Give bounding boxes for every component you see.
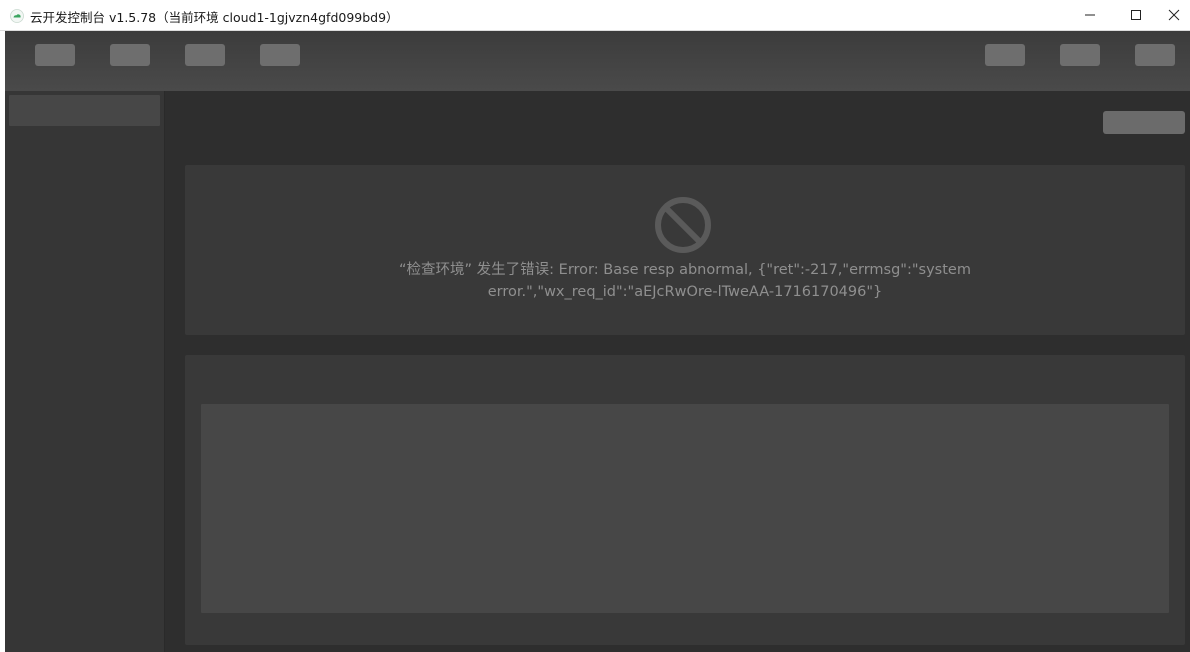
- cloud-icon: [10, 8, 24, 23]
- main-content: “检查环境” 发生了错误: Error: Base resp abnormal,…: [165, 91, 1190, 652]
- error-panel: “检查环境” 发生了错误: Error: Base resp abnormal,…: [185, 165, 1185, 335]
- toolbar: [5, 31, 1190, 91]
- maximize-button[interactable]: [1113, 0, 1159, 30]
- sidebar: [5, 91, 165, 652]
- close-icon: [1168, 9, 1180, 21]
- error-message: “检查环境” 发生了错误: Error: Base resp abnormal,…: [399, 262, 971, 300]
- window-titlebar: 云开发控制台 v1.5.78（当前环境 cloud1-1gjvzn4gfd099…: [0, 0, 1190, 31]
- toolbar-button-right-2[interactable]: [1060, 44, 1100, 66]
- toolbar-button-3[interactable]: [185, 44, 225, 66]
- close-button[interactable]: [1158, 0, 1190, 30]
- toolbar-button-right-1[interactable]: [985, 44, 1025, 66]
- toolbar-button-1[interactable]: [35, 44, 75, 66]
- content-panel: [185, 355, 1185, 645]
- toolbar-button-2[interactable]: [110, 44, 150, 66]
- minimize-button[interactable]: [1067, 0, 1113, 30]
- action-button-placeholder[interactable]: [1103, 111, 1185, 134]
- minimize-icon: [1085, 14, 1095, 16]
- content-placeholder: [201, 404, 1169, 613]
- sidebar-item-placeholder[interactable]: [9, 95, 160, 126]
- toolbar-button-4[interactable]: [260, 44, 300, 66]
- maximize-icon: [1131, 10, 1141, 20]
- toolbar-button-right-3[interactable]: [1135, 44, 1175, 66]
- window-title: 云开发控制台 v1.5.78（当前环境 cloud1-1gjvzn4gfd099…: [30, 10, 399, 25]
- no-entry-icon: [654, 196, 712, 254]
